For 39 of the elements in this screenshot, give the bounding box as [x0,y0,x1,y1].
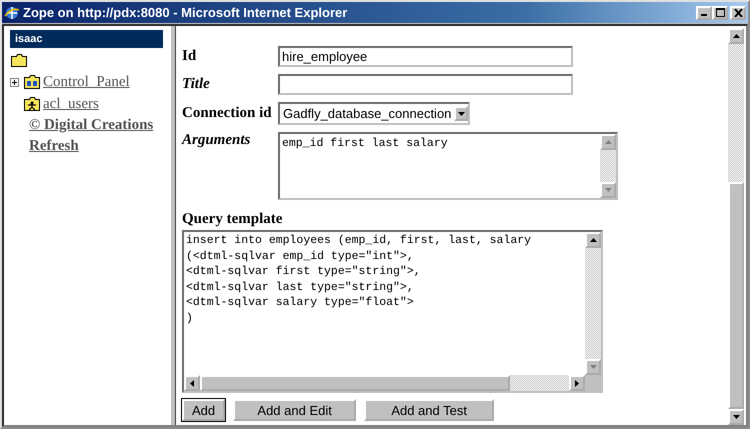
maximize-button[interactable] [712,6,728,20]
tree-link[interactable]: acl_users [43,96,99,112]
text-field[interactable]: hire_employee [278,46,573,67]
connection-dropdown[interactable]: Gadfly_database_connection [278,102,470,125]
user-header: isaac [10,30,163,48]
scroll-up-icon[interactable] [732,34,740,38]
field-label: Title [182,76,210,93]
minimize-icon [701,14,707,16]
minimize-button[interactable] [696,6,712,20]
dropdown-arrow-icon [458,112,465,116]
form-button[interactable]: Add and Edit [233,399,356,421]
sidebar-link[interactable]: © Digital Creations [29,115,164,136]
window-title: Zope on http://pdx:8080 - Microsoft Internet Explorer [23,5,348,20]
field-label: Arguments [182,132,250,149]
form-button[interactable]: Add [182,399,226,421]
scrollbar-thumb[interactable] [728,182,744,409]
field-label: Id [182,48,196,65]
text-field[interactable] [278,74,573,95]
expand-icon[interactable] [10,78,19,86]
scroll-left-icon[interactable] [190,380,194,386]
user-folder-icon[interactable] [24,97,40,111]
close-icon [734,8,742,16]
folder-icon[interactable] [11,54,27,67]
close-button[interactable] [730,6,746,20]
scrollbar-corner [585,375,601,391]
scrollbar-thumb[interactable] [200,375,510,391]
tree-link[interactable]: Control_Panel [43,74,130,90]
field-label: Query template [182,211,284,228]
arguments-textarea[interactable]: emp_id first last salary [278,132,618,200]
globe-icon [4,4,20,20]
scroll-up-icon[interactable] [590,238,596,242]
scroll-down-icon[interactable] [732,415,740,419]
form-button[interactable]: Add and Test [364,399,494,421]
field-label: Connection id [182,105,272,122]
maximize-icon [716,8,724,17]
query-template-textarea[interactable]: insert into employees (emp_id, first, last, salary (<dtml-sqlvar emp_id type="int">, <dtml-sqlvar first type="string">, <dtml-sqlvar last type="string">, <dtml-sqlvar salary type="float"> ) [182,230,603,393]
scroll-right-icon[interactable] [575,380,579,386]
control-panel-icon[interactable] [24,75,40,89]
sidebar-link[interactable]: Refresh [29,136,164,157]
